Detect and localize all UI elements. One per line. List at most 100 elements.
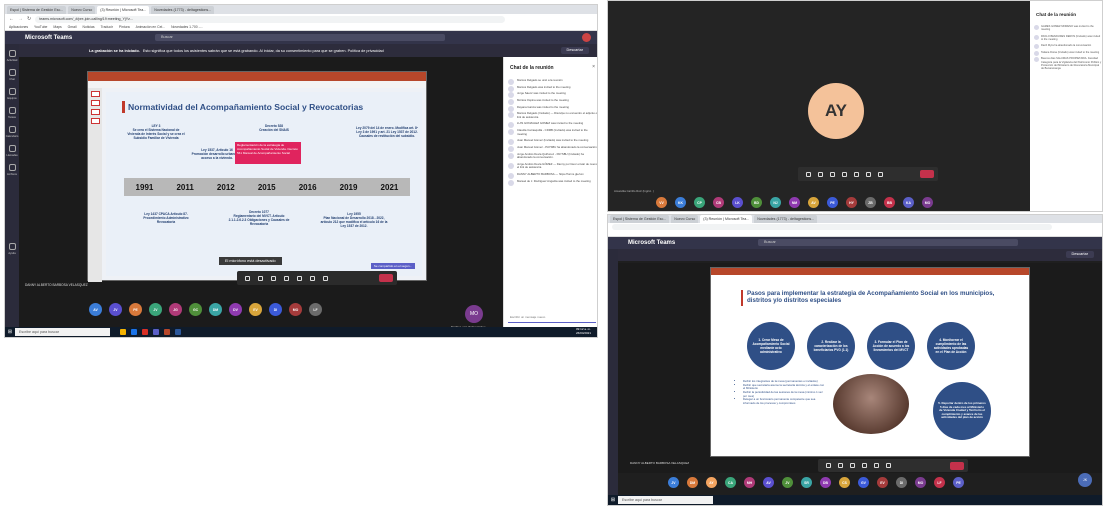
participant-avatar[interactable]: KA: [903, 197, 914, 208]
participant-avatar[interactable]: ZB: [865, 197, 876, 208]
bookmark[interactable]: Pintura: [119, 25, 130, 29]
windows-start-icon[interactable]: ⊞: [5, 327, 15, 337]
address-bar[interactable]: [612, 224, 1052, 230]
chat-icon[interactable]: [866, 171, 871, 177]
participant-avatar[interactable]: CB: [713, 197, 724, 208]
browser-tab[interactable]: Nuevo Curso: [68, 6, 96, 14]
avatar[interactable]: [582, 33, 591, 42]
dismiss-button[interactable]: Descartar: [1065, 251, 1094, 258]
participant-avatar[interactable]: SR: [801, 477, 812, 488]
bookmark[interactable]: Aplicaciones: [9, 25, 28, 29]
participant-avatar[interactable]: PE: [953, 477, 964, 488]
participant-avatar[interactable]: DM: [209, 303, 222, 316]
participant-avatar[interactable]: DI: [896, 477, 907, 488]
participants-icon[interactable]: [878, 171, 883, 177]
microphone-icon[interactable]: [838, 463, 843, 468]
search-input[interactable]: Buscar: [758, 239, 1018, 246]
share-indicator[interactable]: Se compartido en el segun...: [371, 263, 415, 269]
forward-icon[interactable]: →: [18, 16, 23, 22]
browser-tab-active[interactable]: (3) Reunión | Microsoft Tea...: [97, 6, 150, 14]
browser-tab[interactable]: Espol | Sistema de Gestión Esc...: [610, 215, 670, 223]
bookmark[interactable]: Traducir: [101, 25, 113, 29]
participant-avatar[interactable]: JG: [169, 303, 182, 316]
chat-icon[interactable]: [8, 69, 16, 76]
participant-avatar[interactable]: KK: [675, 197, 686, 208]
windows-start-icon[interactable]: ⊞: [608, 495, 618, 505]
participant-avatar[interactable]: AV: [763, 477, 774, 488]
share-screen-icon[interactable]: [271, 275, 276, 281]
edge-icon[interactable]: [131, 329, 137, 335]
participant-avatar[interactable]: BD: [751, 197, 762, 208]
tasks-icon[interactable]: [8, 107, 16, 114]
participant-avatar[interactable]: GV: [858, 477, 869, 488]
bookmark[interactable]: Gmail: [68, 25, 77, 29]
participant-avatar[interactable]: AV: [89, 303, 102, 316]
participant-avatar[interactable]: MO: [922, 197, 933, 208]
participant-avatar[interactable]: VV: [656, 197, 667, 208]
teams-icon[interactable]: [153, 329, 159, 335]
bookmark[interactable]: Animación en Cel...: [136, 25, 165, 29]
files-icon[interactable]: [8, 164, 16, 171]
bookmark[interactable]: Maps: [53, 25, 61, 29]
close-icon[interactable]: ×: [592, 64, 595, 70]
participant-avatar[interactable]: DV: [229, 303, 242, 316]
participant-avatar[interactable]: PE: [827, 197, 838, 208]
camera-icon[interactable]: [826, 463, 831, 468]
participant-avatar[interactable]: DM: [687, 477, 698, 488]
participant-avatar[interactable]: MO: [915, 477, 926, 488]
participant-avatar[interactable]: LF: [934, 477, 945, 488]
participant-avatar[interactable]: MH: [744, 477, 755, 488]
activity-icon[interactable]: [8, 50, 16, 57]
bookmark[interactable]: Noticias: [83, 25, 95, 29]
share-screen-icon[interactable]: [830, 171, 835, 177]
raise-hand-icon[interactable]: [854, 171, 859, 177]
hang-up-button[interactable]: [379, 274, 393, 282]
bookmark[interactable]: YouTube: [34, 25, 47, 29]
participant-avatar[interactable]: GC: [189, 303, 202, 316]
camera-icon[interactable]: [806, 171, 811, 177]
browser-tab[interactable]: Novedades (1773) - deltagestions...: [151, 6, 215, 14]
participant-avatar[interactable]: LF: [309, 303, 322, 316]
back-icon[interactable]: ←: [9, 16, 14, 22]
browser-tab-active[interactable]: (3) Reunión | Microsoft Tea...: [700, 215, 753, 223]
browser-tab[interactable]: Nuevo Curso: [671, 215, 699, 223]
participant-avatar[interactable]: JV: [782, 477, 793, 488]
participant-avatar[interactable]: PE: [129, 303, 142, 316]
participant-avatar[interactable]: DI: [269, 303, 282, 316]
teams-icon[interactable]: [8, 88, 16, 95]
file-explorer-icon[interactable]: [120, 329, 126, 335]
share-screen-icon[interactable]: [850, 463, 855, 468]
microphone-icon[interactable]: [258, 275, 263, 281]
browser-tab[interactable]: Espol | Sistema de Gestión Esc...: [7, 6, 67, 14]
chat-input[interactable]: Escribir un mensaje nuevo: [508, 315, 596, 323]
camera-icon[interactable]: [245, 275, 250, 281]
word-icon[interactable]: [175, 329, 181, 335]
taskbar-search[interactable]: Escribe aquí para buscar: [15, 328, 110, 336]
participant-avatar[interactable]: CS: [839, 477, 850, 488]
participant-avatar[interactable]: AY: [706, 477, 717, 488]
participants-icon[interactable]: [323, 275, 328, 281]
participant-avatar[interactable]: EV: [877, 477, 888, 488]
powerpoint-icon[interactable]: [164, 329, 170, 335]
calls-icon[interactable]: [8, 145, 16, 152]
reload-icon[interactable]: ↻: [27, 16, 31, 22]
participant-avatar[interactable]: CP: [694, 197, 705, 208]
browser-tab[interactable]: Novedades (1773) - deltagestions...: [754, 215, 818, 223]
chat-icon[interactable]: [310, 275, 315, 281]
microphone-icon[interactable]: [818, 171, 823, 177]
more-options-icon[interactable]: [862, 463, 867, 468]
participant-avatar[interactable]: HY: [846, 197, 857, 208]
participant-avatar[interactable]: JV: [149, 303, 162, 316]
raise-hand-icon[interactable]: [297, 275, 302, 281]
participant-avatar[interactable]: CA: [725, 477, 736, 488]
participant-avatar[interactable]: NM: [789, 197, 800, 208]
participant-avatar[interactable]: EV: [249, 303, 262, 316]
dismiss-button[interactable]: Descartar: [560, 47, 589, 54]
participant-avatar[interactable]: LK: [732, 197, 743, 208]
participant-avatar[interactable]: MO: [289, 303, 302, 316]
chat-icon[interactable]: [886, 463, 891, 468]
calendar-icon[interactable]: [8, 126, 16, 133]
address-bar[interactable]: teams.microsoft.com/_#/pre-join-calling/…: [35, 15, 506, 23]
search-input[interactable]: Buscar: [155, 34, 445, 41]
raise-hand-icon[interactable]: [874, 463, 879, 468]
